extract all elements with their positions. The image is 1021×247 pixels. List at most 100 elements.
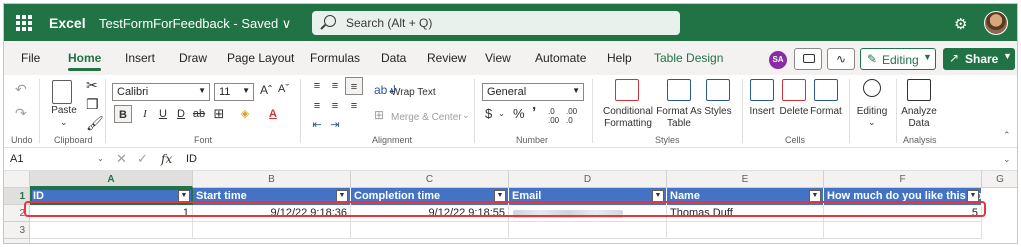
tab-file[interactable]: File <box>21 51 40 65</box>
column-header[interactable]: G <box>982 171 1017 188</box>
tab-table-design[interactable]: Table Design <box>654 51 723 65</box>
table-header-cell[interactable]: How much do you like this tip? ▼ <box>824 188 982 205</box>
tab-help[interactable]: Help <box>607 51 632 65</box>
empty-cell[interactable] <box>30 222 193 239</box>
table-cell[interactable]: Thomas Duff <box>667 205 824 222</box>
share-button[interactable]: ↗ Share ▼ <box>943 48 1015 70</box>
filter-dropdown-icon[interactable]: ▼ <box>494 190 506 202</box>
italic-button[interactable]: I <box>136 105 154 123</box>
chevron-down-icon[interactable]: ⌄ <box>498 109 505 118</box>
merge-center-label[interactable]: Merge & Center <box>391 112 462 124</box>
filter-dropdown-icon[interactable]: ▼ <box>967 190 979 202</box>
increase-indent-icon[interactable]: ⇥ <box>326 116 344 134</box>
insert-cells-icon[interactable] <box>750 79 774 101</box>
tab-review[interactable]: Review <box>427 51 466 65</box>
filter-dropdown-icon[interactable]: ▼ <box>809 190 821 202</box>
table-cell[interactable]: 9/12/22 9:18:36 <box>193 205 351 222</box>
align-top-icon[interactable]: ≡ <box>308 77 326 95</box>
percent-style-icon[interactable]: % <box>513 106 525 121</box>
table-header-cell[interactable]: Name ▼ <box>667 188 824 205</box>
increase-decimal-icon[interactable]: .0.00 <box>548 107 559 125</box>
align-middle-icon[interactable]: ≡ <box>326 77 344 95</box>
accounting-format-icon[interactable]: $ <box>485 106 492 121</box>
empty-cell[interactable] <box>824 222 982 239</box>
bold-button[interactable]: B <box>114 105 132 123</box>
formula-input[interactable]: ID <box>186 153 197 165</box>
tab-page-layout[interactable]: Page Layout <box>227 51 294 65</box>
format-as-table-label[interactable]: Format As Table <box>656 106 702 130</box>
cut-icon[interactable]: ✂ <box>86 77 98 94</box>
analyze-data-icon[interactable] <box>907 79 931 101</box>
cancel-icon[interactable]: ✕ <box>116 151 127 167</box>
table-cell-email-redacted[interactable] <box>509 205 667 222</box>
comma-style-icon[interactable]: ’ <box>532 104 536 121</box>
document-title[interactable]: TestFormForFeedback - Saved ∨ <box>99 16 291 32</box>
increase-font-size-icon[interactable]: Aˆ <box>260 83 272 97</box>
chevron-down-icon[interactable]: ⌄ <box>462 110 470 121</box>
empty-cell[interactable] <box>193 222 351 239</box>
analyze-data-label[interactable]: Analyze Data <box>900 106 938 130</box>
redo-icon[interactable]: ↷ <box>15 105 27 122</box>
format-as-table-icon[interactable] <box>667 79 691 101</box>
format-painter-icon[interactable]: 🖌 <box>86 115 104 132</box>
tab-insert[interactable]: Insert <box>125 51 155 65</box>
underline-button[interactable]: U <box>154 105 172 123</box>
format-cells-label[interactable]: Format <box>810 106 842 118</box>
delete-cells-icon[interactable] <box>782 79 806 101</box>
delete-cells-label[interactable]: Delete <box>779 106 809 118</box>
tab-data[interactable]: Data <box>381 51 406 65</box>
column-header[interactable]: C <box>351 171 509 188</box>
empty-cell[interactable] <box>509 222 667 239</box>
tab-formulas[interactable]: Formulas <box>310 51 360 65</box>
table-header-cell[interactable]: Email ▼ <box>509 188 667 205</box>
conditional-formatting-icon[interactable] <box>615 79 639 101</box>
font-size-dropdown[interactable]: 11 ▼ <box>214 83 254 101</box>
column-header[interactable]: B <box>193 171 351 188</box>
row-header[interactable]: 4 <box>4 239 30 243</box>
avatar[interactable] <box>984 11 1008 35</box>
row-header[interactable]: 3 <box>4 222 30 239</box>
table-cell[interactable]: 9/12/22 9:18:55 <box>351 205 509 222</box>
column-header[interactable]: E <box>667 171 824 188</box>
strikethrough-button[interactable]: ab <box>190 105 208 123</box>
filter-dropdown-icon[interactable]: ▼ <box>652 190 664 202</box>
editing-mode-button[interactable]: ✎ Editing ▼ <box>860 48 936 70</box>
font-color-icon[interactable]: A <box>264 105 282 123</box>
row-header[interactable]: 1 <box>4 188 30 205</box>
empty-cell[interactable] <box>351 222 509 239</box>
app-name[interactable]: Excel <box>49 15 86 31</box>
chevron-down-icon[interactable]: ⌄ <box>868 117 876 128</box>
column-header[interactable]: D <box>509 171 667 188</box>
insert-cells-label[interactable]: Insert <box>747 106 777 118</box>
font-name-dropdown[interactable]: Calibri ▼ <box>112 83 210 101</box>
filter-dropdown-icon[interactable]: ▼ <box>336 190 348 202</box>
paste-icon[interactable] <box>52 80 72 104</box>
cell-styles-label[interactable]: Styles <box>702 106 734 118</box>
expand-formula-bar-icon[interactable]: ⌄ <box>1003 154 1011 165</box>
decrease-font-size-icon[interactable]: Aˇ <box>278 83 289 95</box>
align-left-icon[interactable]: ≡ <box>308 97 326 115</box>
merge-center-icon[interactable]: ⊞ <box>374 108 384 122</box>
app-launcher-icon[interactable] <box>16 15 32 31</box>
empty-cell[interactable] <box>667 222 824 239</box>
chevron-down-icon[interactable]: ⌄ <box>97 154 104 163</box>
search-icon[interactable] <box>863 79 881 97</box>
table-header-cell[interactable]: Completion time ▼ <box>351 188 509 205</box>
tab-home[interactable]: Home <box>68 51 102 71</box>
align-center-icon[interactable]: ≡ <box>326 97 344 115</box>
table-header-cell[interactable]: Start time ▼ <box>193 188 351 205</box>
undo-icon[interactable]: ↶ <box>15 81 27 98</box>
column-header[interactable]: F <box>824 171 982 188</box>
activity-button[interactable]: ∿ <box>827 48 855 70</box>
align-bottom-icon[interactable]: ≡ <box>345 77 363 95</box>
column-header[interactable]: A <box>30 171 193 188</box>
number-format-dropdown[interactable]: General ▼ <box>482 83 584 101</box>
double-underline-button[interactable]: D <box>172 105 190 123</box>
user-initials-badge[interactable]: SA <box>769 51 787 69</box>
collapse-ribbon-icon[interactable]: ⌃ <box>1003 130 1011 141</box>
tab-view[interactable]: View <box>485 51 511 65</box>
align-right-icon[interactable]: ≡ <box>345 97 363 115</box>
table-cell[interactable]: 5 <box>824 205 982 222</box>
row-header[interactable]: 2 <box>4 205 30 222</box>
settings-gear-icon[interactable]: ⚙ <box>954 15 967 33</box>
